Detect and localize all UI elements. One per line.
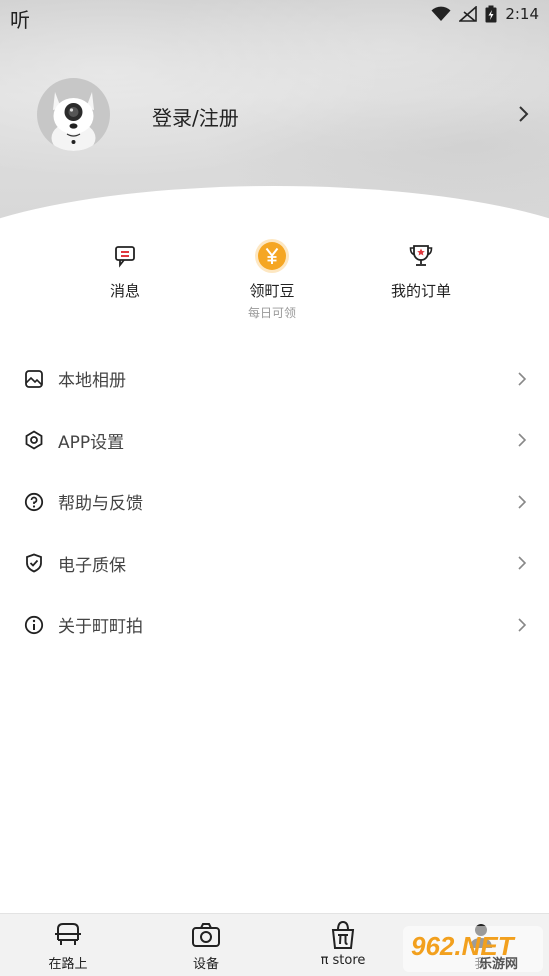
quick-action-messages[interactable]: 消息 (65, 238, 185, 301)
chevron-right-icon (518, 618, 527, 632)
message-icon (115, 246, 135, 268)
settings-icon (25, 430, 43, 450)
settings-menu: 本地相册 APP设置 帮助与反馈 电子质保 关于町町拍 (0, 348, 549, 656)
car-icon (55, 923, 81, 945)
chevron-right-icon (518, 495, 527, 509)
quick-action-label: 消息 (109, 282, 140, 300)
status-app-glyph: 听 (10, 8, 30, 32)
info-icon (24, 615, 44, 634)
quick-action-sublabel: 每日可领 (247, 306, 296, 320)
menu-item-label: 关于町町拍 (58, 617, 143, 638)
wifi-icon (431, 6, 451, 21)
chevron-right-icon[interactable] (517, 104, 531, 124)
nav-tab-devices[interactable]: 设备 (156, 914, 256, 976)
nav-tab-pi-store[interactable]: π store (293, 914, 393, 976)
menu-item-app-settings[interactable]: APP设置 (0, 410, 549, 472)
status-time: 2:14 (505, 5, 539, 23)
avatar[interactable] (37, 78, 110, 151)
nav-tab-on-the-road[interactable]: 在路上 (18, 914, 118, 976)
help-icon (24, 492, 44, 511)
menu-item-label: APP设置 (58, 432, 125, 453)
nav-tab-label: π store (320, 953, 366, 968)
menu-item-label: 帮助与反馈 (58, 494, 143, 515)
watermark-sub: 乐游网 (479, 956, 518, 972)
chevron-right-icon (518, 556, 527, 570)
dog-avatar-icon (51, 92, 96, 151)
shopping-bag-icon (331, 920, 355, 949)
quick-action-label: 领町豆 (249, 282, 295, 300)
nav-tab-label: 在路上 (48, 957, 88, 972)
quick-action-beans[interactable]: 领町豆 每日可领 (212, 238, 332, 321)
login-register-link[interactable]: 登录/注册 (152, 102, 239, 131)
menu-item-local-album[interactable]: 本地相册 (0, 348, 549, 410)
shield-check-icon (26, 553, 42, 573)
no-signal-icon (459, 6, 478, 22)
camera-icon (192, 923, 220, 947)
quick-action-orders[interactable]: 我的订单 (361, 238, 481, 301)
quick-action-label: 我的订单 (390, 282, 451, 300)
trophy-icon (409, 245, 433, 266)
status-bar: 听 2:14 (0, 0, 549, 32)
quick-actions: 消息 领町豆 每日可领 我的订单 (0, 238, 549, 328)
battery-icon (485, 5, 497, 23)
menu-item-label: 本地相册 (58, 371, 126, 392)
yen-coin-icon (255, 239, 289, 273)
album-icon (25, 369, 43, 388)
site-watermark-logo: 962.NET 乐游网 (403, 926, 543, 972)
chevron-right-icon (518, 372, 527, 386)
chevron-right-icon (518, 433, 527, 447)
menu-item-help-feedback[interactable]: 帮助与反馈 (0, 471, 549, 533)
menu-item-e-warranty[interactable]: 电子质保 (0, 533, 549, 595)
nav-tab-label: 设备 (192, 957, 219, 972)
menu-item-about[interactable]: 关于町町拍 (0, 594, 549, 656)
menu-item-label: 电子质保 (58, 555, 126, 576)
